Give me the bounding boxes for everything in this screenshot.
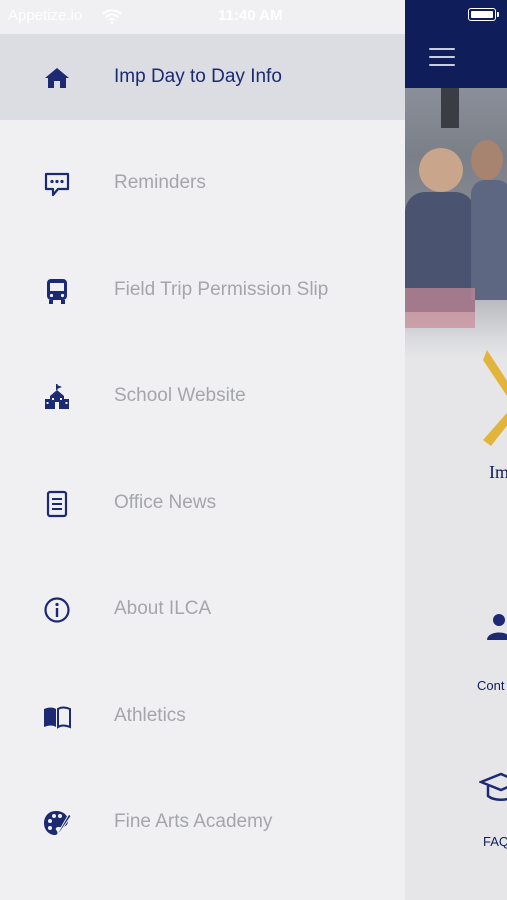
menu-item-about-ilca[interactable]: About ILCA [0, 566, 405, 652]
menu-item-label: Field Trip Permission Slip [114, 279, 329, 300]
menu-item-field-trip-permission-slip[interactable]: Field Trip Permission Slip [0, 247, 405, 333]
menu-item-reminders[interactable]: Reminders [0, 140, 405, 226]
background-app: Im Cont FAQ [405, 0, 507, 900]
document-icon [46, 490, 68, 518]
contact-tile-label[interactable]: Cont [477, 678, 504, 693]
info-icon [44, 597, 70, 623]
menu-item-label: Office News [114, 492, 217, 513]
hamburger-menu-icon[interactable] [429, 48, 455, 68]
home-icon [45, 68, 69, 88]
menu-item-label: School Website [114, 385, 246, 406]
menu-item-label: Imp Day to Day Info [114, 66, 282, 87]
status-time: 11:40 AM [218, 7, 283, 24]
logo-text: Im [489, 462, 507, 482]
menu-item-label: Athletics [114, 705, 186, 726]
status-bar: Appetize.io 11:40 AM [0, 0, 507, 34]
carrier-label: Appetize.io [8, 7, 83, 24]
menu-item-label: Reminders [114, 172, 206, 193]
hero-photo [405, 88, 507, 358]
school-icon [45, 384, 69, 409]
menu-item-school-website[interactable]: School Website [0, 353, 405, 439]
menu-item-fine-arts-academy[interactable]: Fine Arts Academy [0, 779, 405, 865]
menu-item-athletics[interactable]: Athletics [0, 673, 405, 759]
menu-item-label: Fine Arts Academy [114, 811, 273, 832]
school-logo-icon [483, 350, 507, 446]
navigation-drawer: Imp Day to Day Info Reminders Field Trip… [0, 0, 405, 900]
menu-item-office-news[interactable]: Office News [0, 460, 405, 546]
faq-tile-label[interactable]: FAQ [483, 834, 507, 849]
chat-bubble-icon [44, 172, 70, 197]
palette-icon [44, 811, 72, 836]
battery-icon [468, 8, 499, 21]
book-icon [44, 706, 71, 729]
graduation-cap-icon[interactable] [479, 768, 507, 808]
contact-icon[interactable] [485, 612, 507, 642]
menu-item-imp-day-to-day-info[interactable]: Imp Day to Day Info [0, 34, 405, 120]
menu-item-label: About ILCA [114, 598, 212, 619]
wifi-icon [102, 9, 122, 24]
bus-icon [47, 279, 67, 304]
